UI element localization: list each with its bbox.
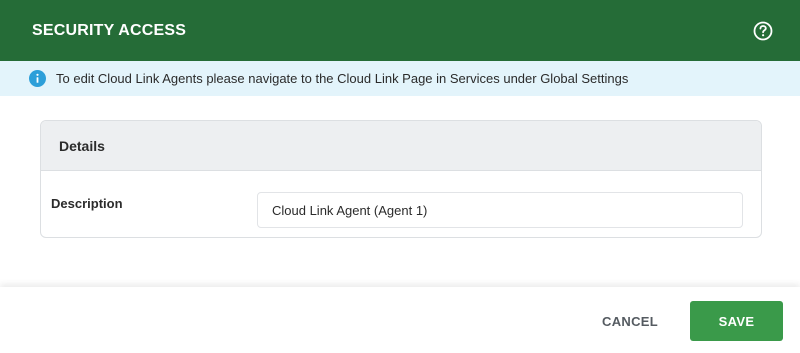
- info-banner: To edit Cloud Link Agents please navigat…: [0, 61, 800, 96]
- description-label: Description: [51, 196, 123, 211]
- dialog-footer: CANCEL SAVE: [0, 287, 800, 353]
- help-icon[interactable]: [752, 20, 774, 42]
- info-message: To edit Cloud Link Agents please navigat…: [56, 71, 629, 86]
- details-panel: Details Description: [40, 120, 762, 238]
- cancel-button[interactable]: CANCEL: [586, 301, 674, 341]
- details-title: Details: [59, 137, 105, 154]
- help-circle-icon: [753, 21, 773, 40]
- details-header: Details: [41, 121, 761, 171]
- save-button[interactable]: SAVE: [690, 301, 783, 341]
- info-icon: [29, 70, 46, 87]
- description-input[interactable]: [257, 192, 743, 228]
- dialog-title: SECURITY ACCESS: [32, 21, 187, 39]
- dialog-header: SECURITY ACCESS: [0, 0, 800, 61]
- description-row: Description: [41, 171, 761, 237]
